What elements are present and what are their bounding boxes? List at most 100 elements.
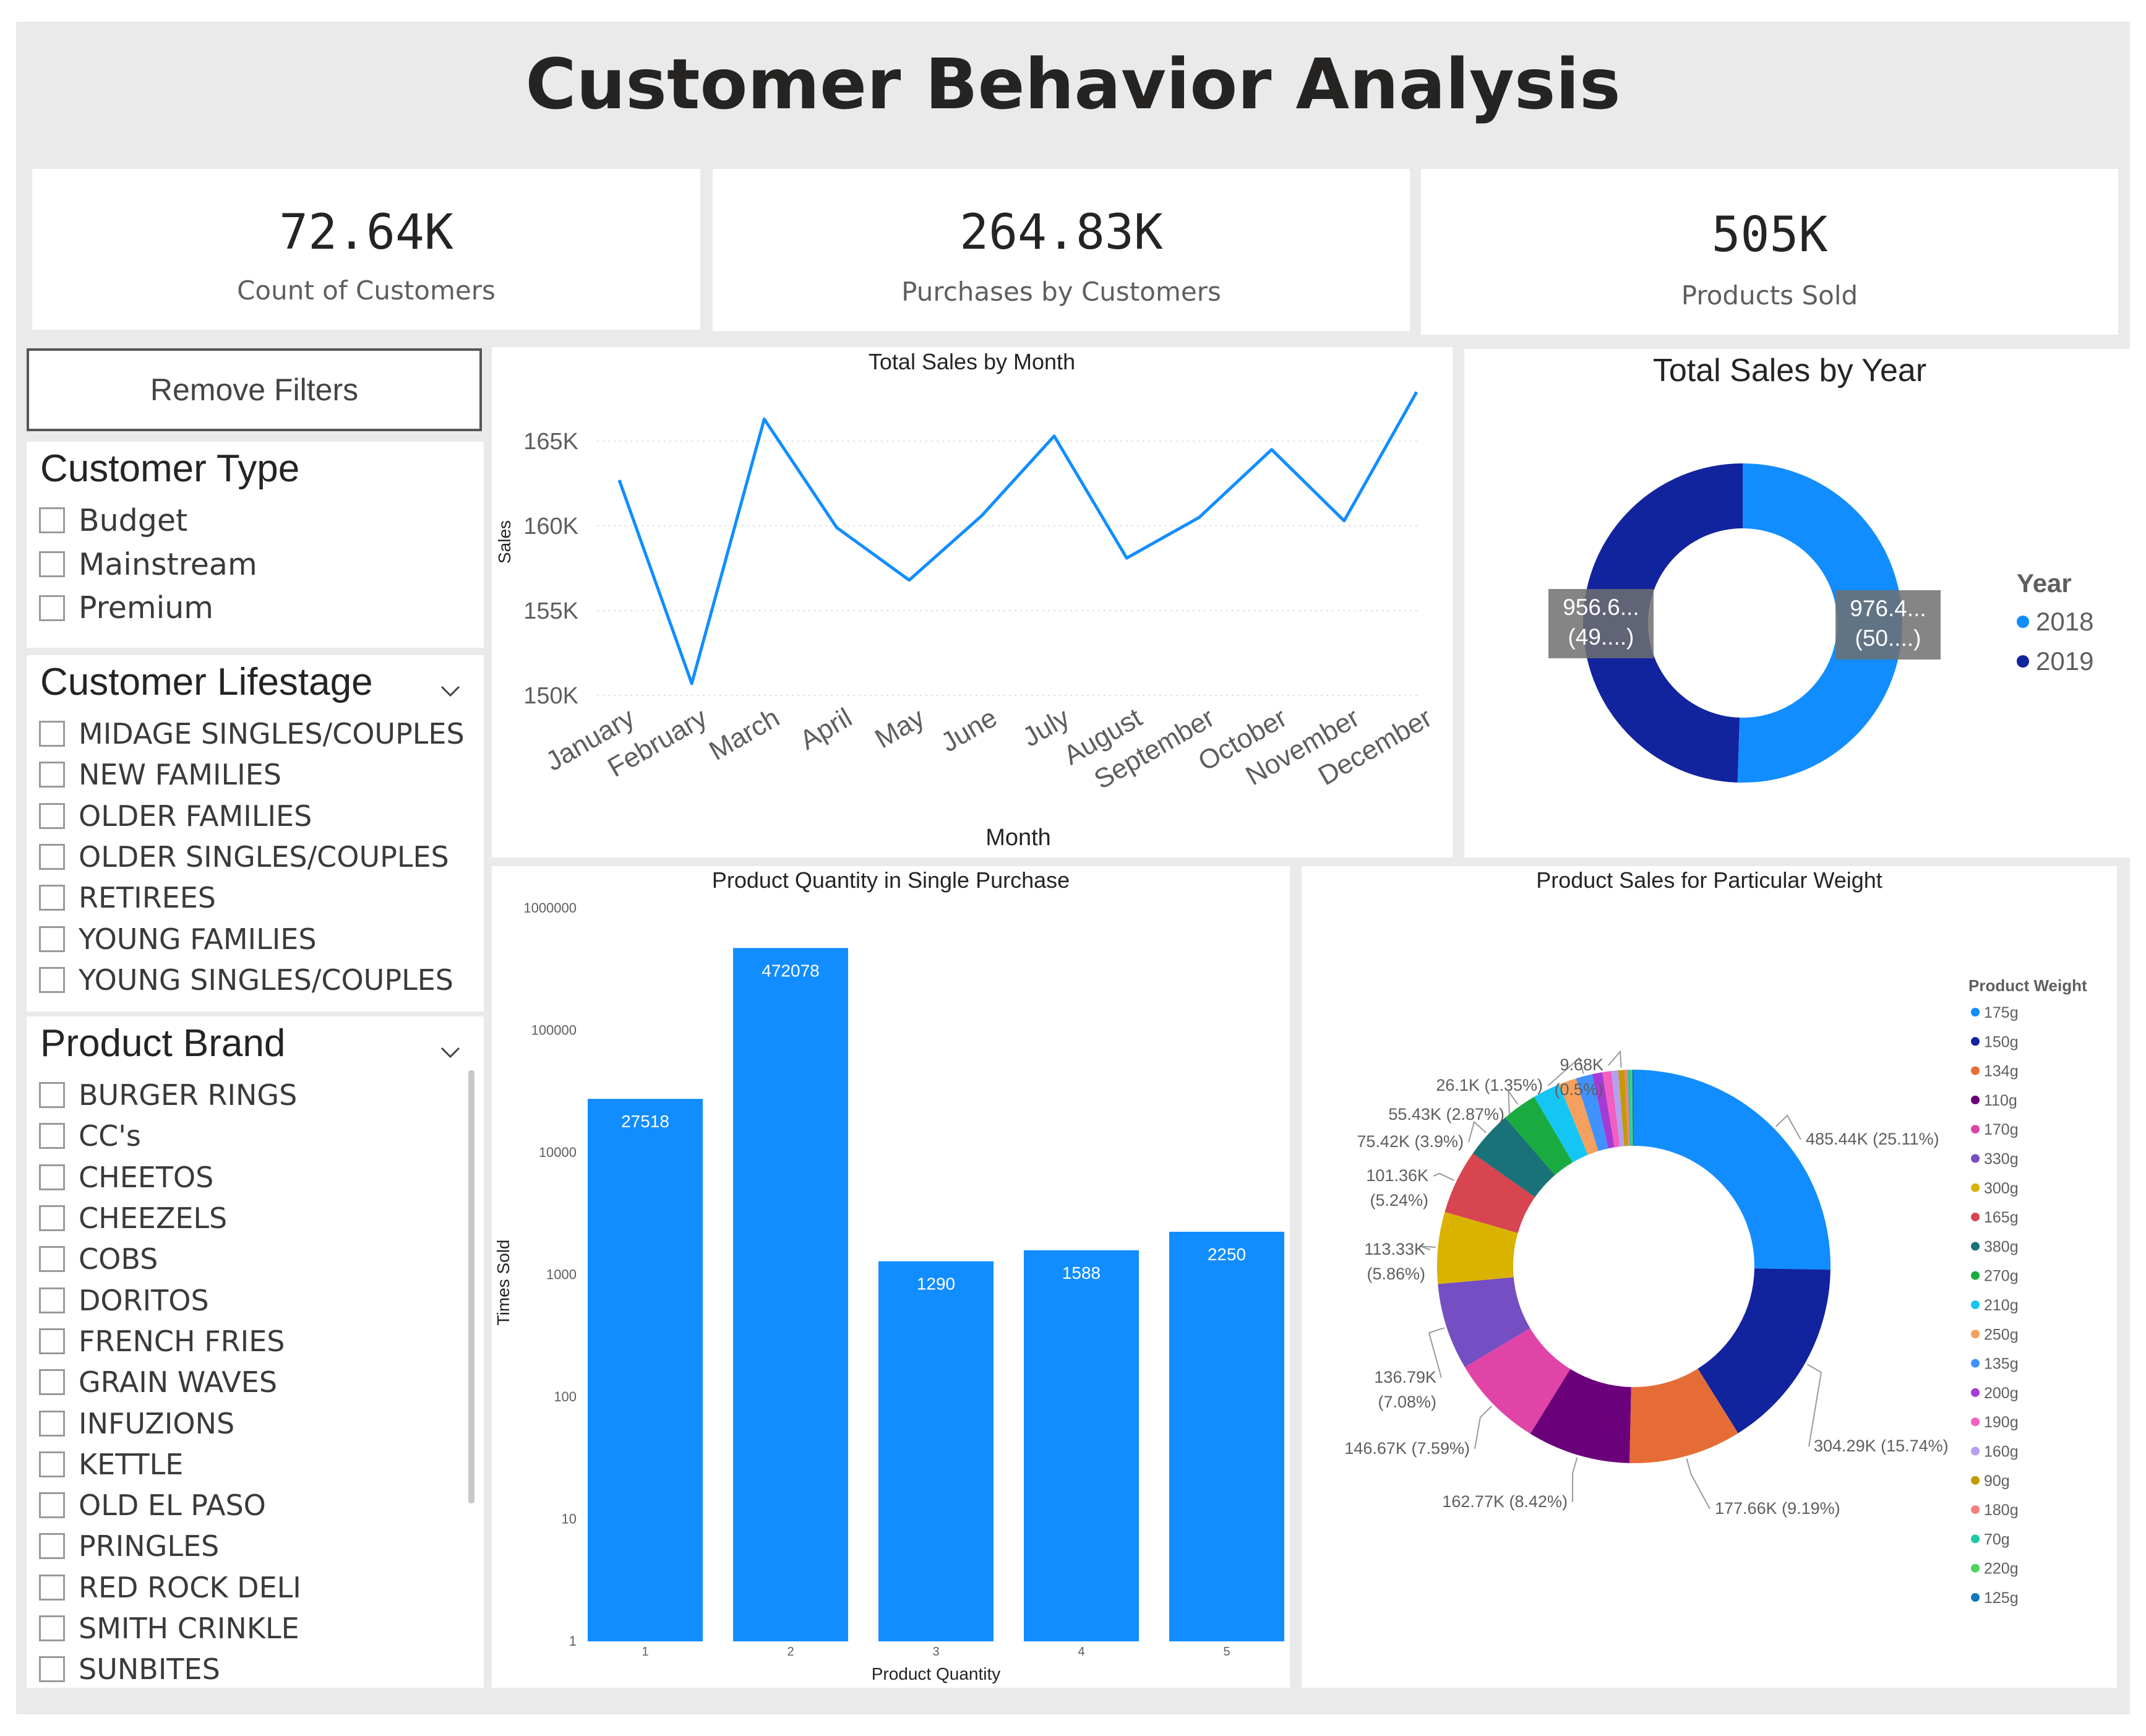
x-tick-label: March <box>704 702 784 767</box>
lifestage-option[interactable]: OLDER SINGLES/COUPLES <box>39 836 465 877</box>
kpi-card-purchases: 264.83K Purchases by Customers <box>713 169 1410 331</box>
brand-option[interactable]: CHEEZELS <box>39 1198 301 1239</box>
data-label-percent: (50....) <box>1855 625 1921 651</box>
chevron-down-icon[interactable] <box>439 680 461 702</box>
page-title: Customer Behavior Analysis <box>525 45 1621 125</box>
checkbox-icon[interactable] <box>39 721 65 747</box>
brand-option[interactable]: SUNBITES <box>39 1649 301 1690</box>
legend-label: 380g <box>1984 1238 2019 1255</box>
data-label: (5.86%) <box>1367 1265 1425 1283</box>
brand-option[interactable]: KETTLE <box>39 1444 301 1485</box>
brand-option[interactable]: COBS <box>39 1239 301 1279</box>
brand-list-scrollbar[interactable] <box>468 1070 474 1503</box>
brand-option[interactable]: CC's <box>39 1115 301 1156</box>
brand-option[interactable]: DORITOS <box>39 1279 301 1320</box>
slicer-options-customer-lifestage: MIDAGE SINGLES/COUPLES NEW FAMILIES OLDE… <box>39 713 465 1000</box>
chevron-down-icon[interactable] <box>439 1041 461 1064</box>
lifestage-option[interactable]: RETIREES <box>39 877 465 918</box>
legend-label: 200g <box>1984 1385 2019 1402</box>
brand-option[interactable]: OLD EL PASO <box>39 1485 301 1526</box>
legend-label: 170g <box>1984 1121 2019 1138</box>
checkbox-icon[interactable] <box>39 1123 65 1149</box>
customer-type-option[interactable]: Budget <box>39 499 257 543</box>
bar-data-label: 1290 <box>917 1274 955 1294</box>
checkbox-icon[interactable] <box>39 926 65 952</box>
option-label: Premium <box>79 590 214 626</box>
bar-data-label: 2250 <box>1208 1245 1246 1264</box>
data-label: 136.79K <box>1374 1368 1436 1386</box>
legend-label: 190g <box>1984 1414 2019 1431</box>
lifestage-option[interactable]: YOUNG SINGLES/COUPLES <box>39 960 465 1000</box>
bar <box>588 1099 703 1641</box>
checkbox-icon[interactable] <box>39 966 65 993</box>
line-chart-svg: Total Sales by Month Sales Month 150K 155… <box>495 349 1437 851</box>
brand-option[interactable]: SMITH CRINKLE <box>39 1608 301 1649</box>
checkbox-icon[interactable] <box>39 844 65 870</box>
data-label: 9.68K <box>1560 1055 1603 1074</box>
checkbox-icon[interactable] <box>39 1205 65 1232</box>
legend-marker <box>1971 1446 1980 1456</box>
remove-filters-button[interactable]: Remove Filters <box>27 348 482 431</box>
bar-data-label: 472078 <box>762 961 819 980</box>
kpi-value-products-sold: 505K <box>1711 207 1828 263</box>
customer-type-option[interactable]: Mainstream <box>39 543 257 587</box>
slicer-title-customer-type: Customer Type <box>40 447 300 490</box>
data-label: 177.66K (9.19%) <box>1715 1499 1840 1518</box>
chart-title: Product Sales for Particular Weight <box>1536 867 1882 893</box>
brand-option[interactable]: GRAIN WAVES <box>39 1362 301 1403</box>
brand-option[interactable]: FRENCH FRIES <box>39 1321 301 1362</box>
checkbox-icon[interactable] <box>39 595 65 621</box>
checkbox-icon[interactable] <box>39 1615 65 1641</box>
checkbox-icon[interactable] <box>39 1574 65 1601</box>
slicer-title-customer-lifestage: Customer Lifestage <box>40 661 373 703</box>
checkbox-icon[interactable] <box>39 1492 65 1519</box>
brand-option[interactable]: RED ROCK DELI <box>39 1567 301 1608</box>
data-label: (5.24%) <box>1370 1191 1428 1210</box>
checkbox-icon[interactable] <box>39 885 65 911</box>
brand-option[interactable]: BURGER RINGS <box>39 1075 301 1115</box>
brand-option[interactable]: PRINGLES <box>39 1526 301 1566</box>
slicer-product-brand: Product Brand BURGER RINGS CC's CHEETOS … <box>27 1016 484 1688</box>
checkbox-icon[interactable] <box>39 1451 65 1477</box>
legend-label: 330g <box>1984 1151 2019 1168</box>
checkbox-icon[interactable] <box>39 1164 65 1190</box>
data-label: 113.33K <box>1364 1240 1425 1258</box>
chart-sales-by-weight: Product Sales for Particular Weight Prod… <box>1302 866 2117 1688</box>
y-tick-label: 155K <box>523 598 578 624</box>
option-label: MIDAGE SINGLES/COUPLES <box>79 717 465 751</box>
chart-sales-by-month: Total Sales by Month Sales Month 150K 155… <box>492 347 1453 857</box>
data-label: 146.67K (7.59%) <box>1344 1439 1470 1458</box>
checkbox-icon[interactable] <box>39 1656 65 1683</box>
brand-option[interactable]: CHEETOS <box>39 1157 301 1198</box>
legend-label: 210g <box>1984 1297 2019 1314</box>
y-tick-label: 150K <box>523 683 578 709</box>
checkbox-icon[interactable] <box>39 802 65 829</box>
legend-marker <box>1971 1417 1980 1427</box>
bar <box>1024 1250 1139 1641</box>
x-tick-label: 1 <box>642 1645 648 1659</box>
lifestage-option[interactable]: YOUNG FAMILIES <box>39 918 465 959</box>
option-label: SUNBITES <box>79 1652 220 1687</box>
customer-type-option[interactable]: Premium <box>39 586 257 630</box>
brand-option[interactable]: INFUZIONS <box>39 1403 301 1443</box>
checkbox-icon[interactable] <box>39 1328 65 1354</box>
checkbox-icon[interactable] <box>39 1533 65 1560</box>
data-label: 101.36K <box>1366 1166 1428 1185</box>
lifestage-option[interactable]: NEW FAMILIES <box>39 754 465 795</box>
checkbox-icon[interactable] <box>39 1369 65 1396</box>
slicer-title-product-brand: Product Brand <box>40 1022 286 1065</box>
x-tick-label: April <box>795 702 857 755</box>
lifestage-option[interactable]: MIDAGE SINGLES/COUPLES <box>39 713 465 754</box>
checkbox-icon[interactable] <box>39 1082 65 1109</box>
option-label: KETTLE <box>79 1447 184 1481</box>
data-label-value: 956.6... <box>1563 595 1639 620</box>
legend-label: 175g <box>1984 1004 2019 1021</box>
checkbox-icon[interactable] <box>39 507 65 534</box>
lifestage-option[interactable]: OLDER FAMILIES <box>39 796 465 836</box>
checkbox-icon[interactable] <box>39 1287 65 1313</box>
checkbox-icon[interactable] <box>39 762 65 788</box>
checkbox-icon[interactable] <box>39 1410 65 1437</box>
checkbox-icon[interactable] <box>39 551 65 578</box>
bar <box>1169 1231 1284 1641</box>
checkbox-icon[interactable] <box>39 1246 65 1273</box>
